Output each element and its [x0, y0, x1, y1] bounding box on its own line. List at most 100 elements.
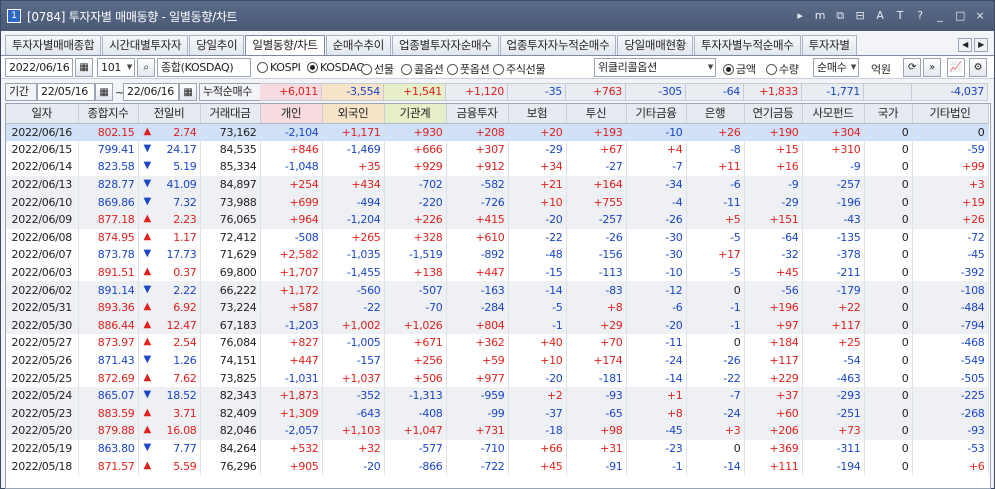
- table-row[interactable]: 2022/06/10 869.86 ▼ 7.32 73,988 +699 -494 -220-…: [6, 193, 989, 211]
- column-header-13[interactable]: 사모펀드: [802, 104, 865, 124]
- tab-6[interactable]: 업종투자자누적순매수: [499, 35, 617, 55]
- split-icon[interactable]: ⊟: [852, 8, 868, 24]
- table-row[interactable]: 2022/05/27 873.97 ▲ 2.54 76,084 +827 -1,005 +67…: [6, 334, 989, 352]
- minimize-icon[interactable]: _: [932, 8, 948, 24]
- table-row[interactable]: 2022/05/18 871.57 ▲ 5.59 76,296 +905 -20 -866 -7…: [6, 457, 989, 475]
- tab-2[interactable]: 당일추이: [189, 35, 245, 55]
- market-radio-4[interactable]: 풋옵션: [447, 61, 490, 77]
- font-size-icon[interactable]: A: [872, 8, 888, 24]
- calendar-icon[interactable]: ▦: [75, 58, 93, 77]
- cell-change: ▼ 18.52: [138, 386, 201, 405]
- market-field[interactable]: 종합(KOSDAQ): [157, 58, 251, 77]
- memo-icon[interactable]: m: [812, 8, 828, 24]
- column-header-8[interactable]: 보험: [508, 104, 567, 124]
- table-row[interactable]: 2022/05/19 863.80 ▼ 7.77 84,264 +532 +32 -577 -7…: [6, 439, 989, 458]
- cell-index: 873.97: [78, 334, 139, 352]
- link-icon[interactable]: ▸: [792, 8, 808, 24]
- tab-0[interactable]: 투자자별매매종합: [5, 35, 102, 55]
- help-icon[interactable]: ?: [912, 8, 928, 24]
- table-row[interactable]: 2022/05/30 886.44 ▲ 12.47 67,183 -1,203 +1,002…: [6, 316, 989, 335]
- radio-circle-icon: [447, 63, 458, 75]
- table-row[interactable]: 2022/06/08 874.95 ▲ 1.17 72,412 -508 +265 +328 +…: [6, 228, 989, 247]
- cell-13: +310: [802, 140, 865, 159]
- column-header-1[interactable]: 종합지수: [78, 104, 139, 124]
- cell-3: 73,825: [200, 369, 261, 387]
- column-header-15[interactable]: 기타법인: [912, 104, 989, 124]
- column-header-3[interactable]: 거래대금: [200, 104, 261, 124]
- maximize-icon[interactable]: □: [952, 8, 968, 24]
- period-to-input[interactable]: 22/06/16: [123, 83, 179, 101]
- tab-4[interactable]: 순매수추이: [325, 35, 392, 55]
- table-row[interactable]: 2022/06/16 802.15 ▲ 2.74 73,162 -2,104 +1,171 +…: [6, 123, 989, 141]
- cell-15: -392: [912, 263, 989, 282]
- table-row[interactable]: 2022/05/25 872.69 ▲ 7.62 73,825 -1,031 +1,037 +…: [6, 369, 989, 387]
- code-select[interactable]: 101: [97, 58, 135, 77]
- table-row[interactable]: 2022/06/15 799.41 ▼ 24.17 84,535 +846 -1,469 +6…: [6, 140, 989, 159]
- table-row[interactable]: 2022/06/03 891.51 ▲ 0.37 69,800 +1,707 -1,455 +…: [6, 263, 989, 282]
- tab-next-icon[interactable]: ▶: [974, 38, 988, 52]
- cell-10: -24: [626, 351, 687, 370]
- cell-9: -93: [566, 386, 627, 405]
- table-row[interactable]: 2022/06/09 877.18 ▲ 2.23 76,065 +964 -1,204 +22…: [6, 210, 989, 229]
- table-row[interactable]: 2022/05/31 893.36 ▲ 6.92 73,224 +587 -22 -70 -28…: [6, 298, 989, 317]
- radio-label: 풋옵션: [460, 63, 490, 76]
- market-radio-3[interactable]: 콜옵션: [401, 61, 444, 77]
- column-header-0[interactable]: 일자: [6, 104, 79, 124]
- column-header-7[interactable]: 금융투자: [446, 104, 509, 124]
- table-row[interactable]: 2022/06/14 823.58 ▼ 5.19 85,334 -1,048 +35 +929…: [6, 158, 989, 176]
- tab-5[interactable]: 업종별투자자순매수: [392, 35, 499, 55]
- market-radio-0[interactable]: KOSPI: [257, 61, 301, 74]
- cell-index: 869.86: [78, 193, 139, 211]
- close-icon[interactable]: ×: [972, 8, 988, 24]
- daily-trend-table[interactable]: 일자 종합지수 전일비 거래대금 개인 외국인 기관계 금융투자 보험 투신 기타금융 은행 연기금등 사…: [5, 103, 991, 489]
- market-radio-5[interactable]: 주식선물: [493, 61, 546, 77]
- search-icon[interactable]: ⌕: [137, 58, 155, 77]
- cell-9: +29: [566, 316, 627, 335]
- period-from-input[interactable]: 22/05/16: [37, 83, 95, 101]
- tab-7[interactable]: 당일매매현황: [617, 35, 694, 55]
- table-row[interactable]: 2022/06/13 828.77 ▼ 41.09 84,897 +254 +434 -702…: [6, 175, 989, 194]
- table-row[interactable]: 2022/06/02 891.14 ▼ 2.22 66,222 +1,172 -560 -50…: [6, 281, 989, 299]
- market-radio-1[interactable]: KOSDAQ: [307, 61, 365, 74]
- tab-3[interactable]: 일별동향/차트: [245, 35, 325, 56]
- cumulative-sum-7: -64: [686, 83, 744, 101]
- text-icon[interactable]: T: [892, 8, 908, 24]
- column-header-4[interactable]: 개인: [260, 104, 323, 124]
- cell-date: 2022/06/08: [6, 228, 79, 247]
- column-header-9[interactable]: 투신: [566, 104, 627, 124]
- date-input[interactable]: 2022/06/16: [5, 58, 73, 77]
- market-radio-2[interactable]: 선물: [361, 61, 394, 77]
- tab-9[interactable]: 투자자별: [801, 35, 857, 55]
- table-row[interactable]: 2022/05/24 865.07 ▼ 18.52 82,343 +1,873 -352 -1…: [6, 386, 989, 405]
- calendar-from-icon[interactable]: ▦: [95, 83, 113, 101]
- column-header-2[interactable]: 전일비: [138, 104, 201, 124]
- table-row[interactable]: 2022/05/23 883.59 ▲ 3.71 82,409 +1,309 -643 -40…: [6, 404, 989, 423]
- unit-radio-1[interactable]: 수량: [766, 61, 799, 77]
- next-icon[interactable]: »: [923, 58, 941, 77]
- tab-prev-icon[interactable]: ◀: [958, 38, 972, 52]
- cell-6: -577: [384, 439, 447, 458]
- column-header-12[interactable]: 연기금등: [744, 104, 803, 124]
- table-row[interactable]: 2022/05/20 879.88 ▲ 16.08 82,046 -2,057 +1,103…: [6, 422, 989, 440]
- calendar-to-icon[interactable]: ▦: [179, 83, 197, 101]
- column-header-6[interactable]: 기관계: [384, 104, 447, 124]
- cell-4: +254: [260, 175, 323, 194]
- table-row[interactable]: 2022/05/26 871.43 ▼ 1.26 74,151 +447 -157 +256 +…: [6, 351, 989, 370]
- table-row[interactable]: 2022/06/07 873.78 ▼ 17.73 71,629 +2,582 -1,035…: [6, 246, 989, 264]
- tab-1[interactable]: 시간대별투자자: [102, 35, 189, 55]
- mode-select[interactable]: 순매수: [813, 58, 859, 77]
- cumulative-sum-11: -4,037: [912, 83, 988, 101]
- column-header-10[interactable]: 기타금융: [626, 104, 687, 124]
- option-select[interactable]: 위클리콜옵션: [594, 58, 716, 77]
- settings-icon[interactable]: ⚙: [969, 58, 987, 77]
- refresh-icon[interactable]: ⟳: [903, 58, 921, 77]
- chart-icon[interactable]: 📈: [947, 58, 965, 77]
- tab-8[interactable]: 투자자별누적순매수: [694, 35, 801, 55]
- column-header-11[interactable]: 은행: [686, 104, 745, 124]
- column-header-14[interactable]: 국가: [864, 104, 913, 124]
- cell-8: +21: [508, 175, 567, 194]
- column-header-5[interactable]: 외국인: [322, 104, 385, 124]
- unit-label: 억원: [871, 63, 891, 76]
- unit-radio-0[interactable]: 금액: [723, 61, 756, 77]
- screen-copy-icon[interactable]: ⧉: [832, 8, 848, 24]
